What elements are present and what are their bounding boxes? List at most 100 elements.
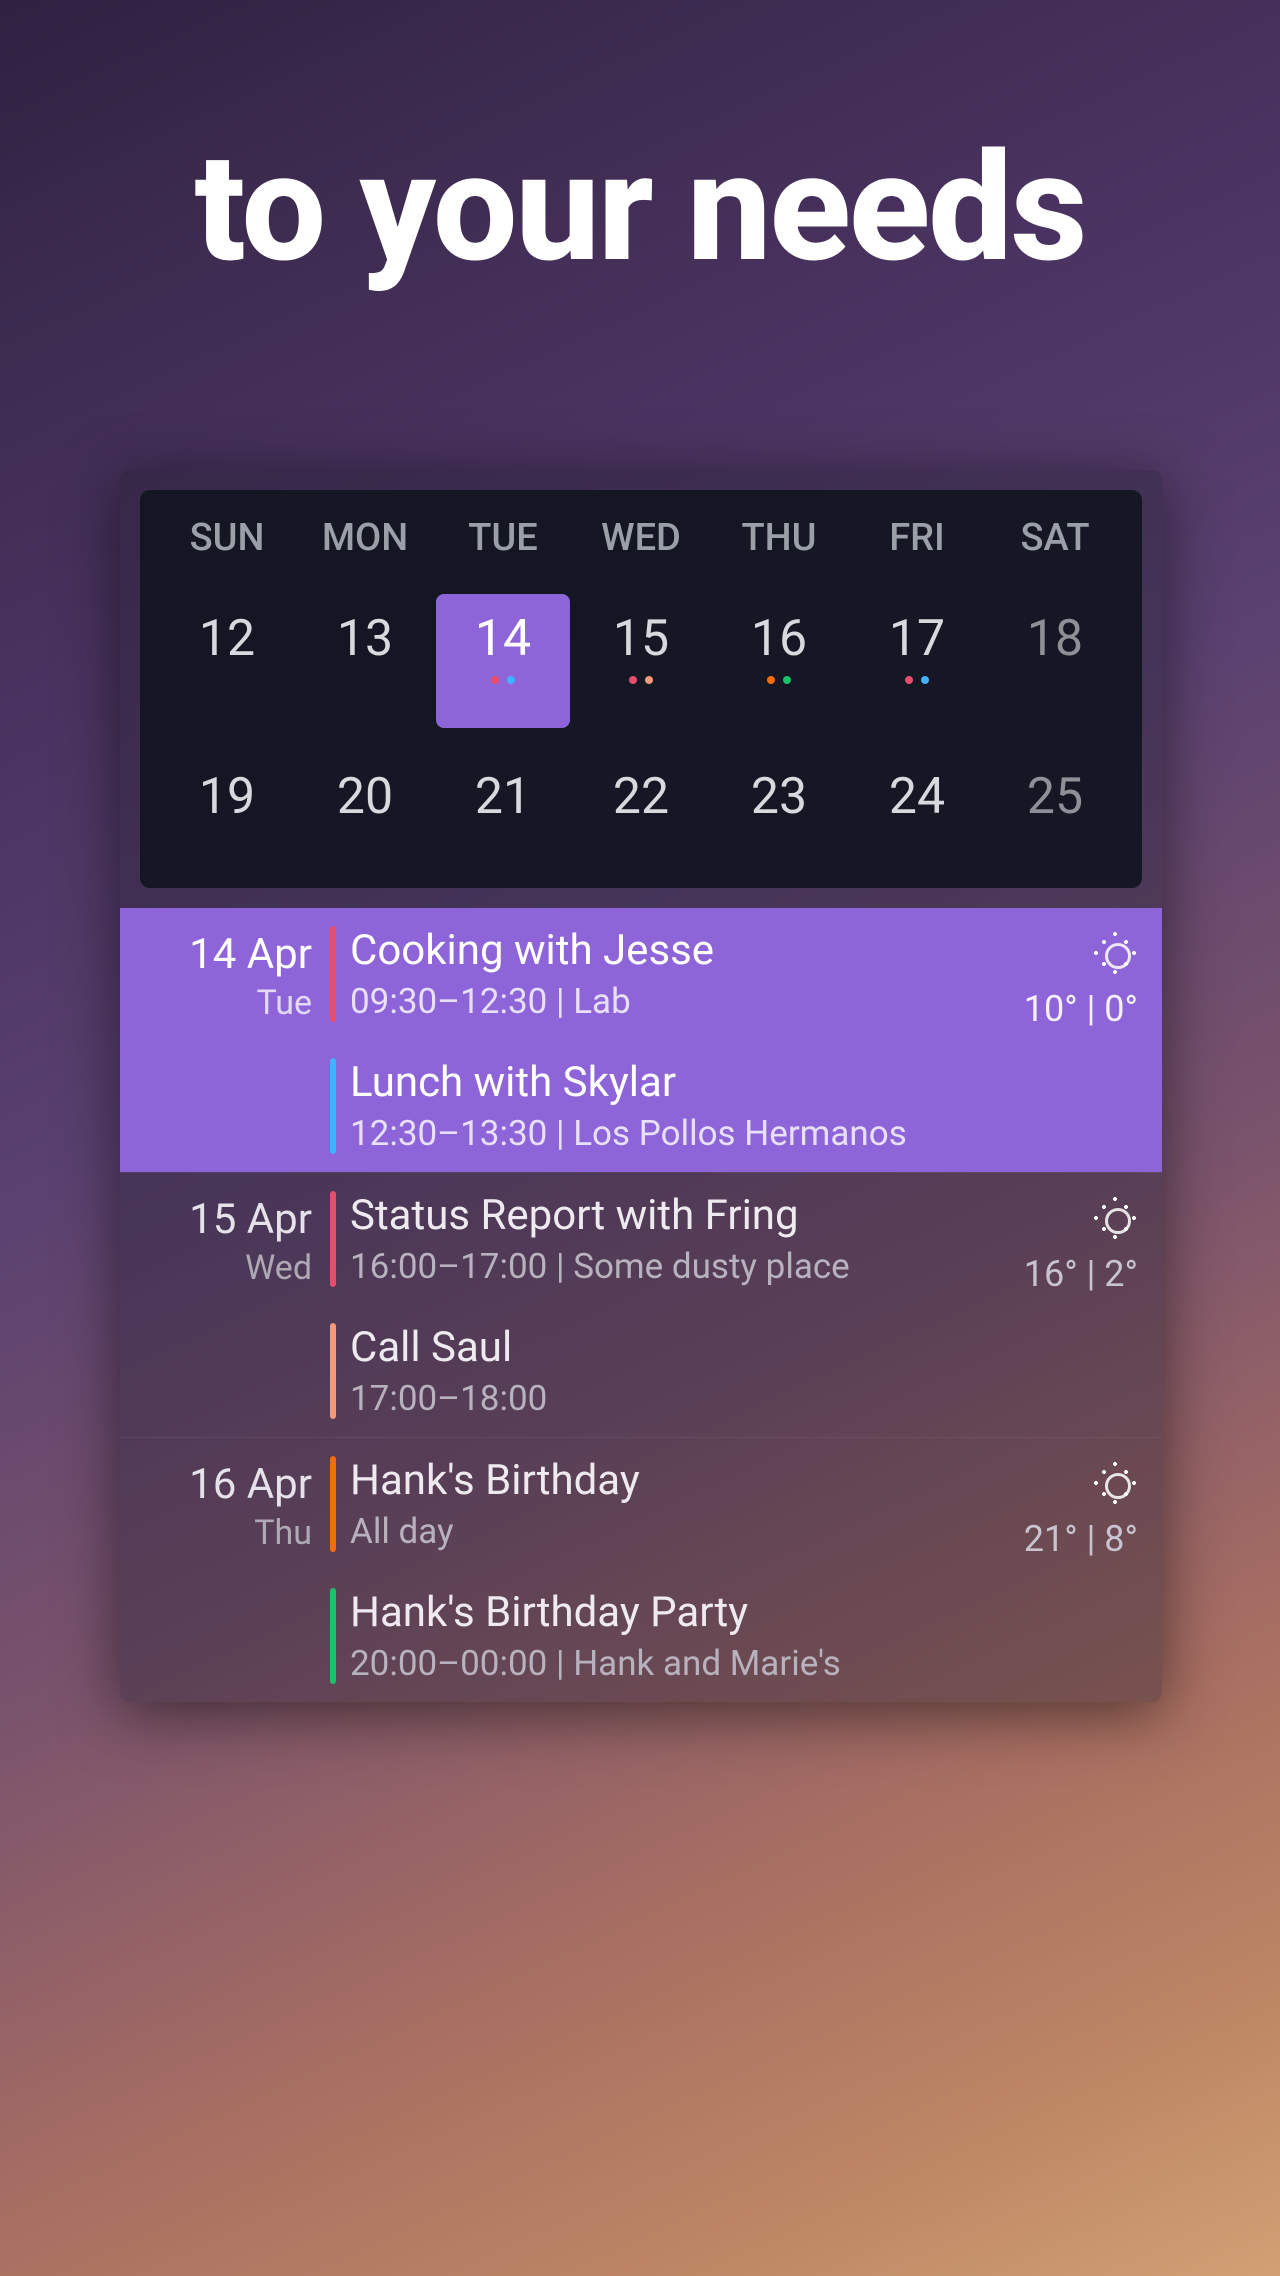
event-dots (905, 676, 929, 684)
calendar-day-13[interactable]: 13 (296, 600, 434, 700)
calendar-day-24[interactable]: 24 (848, 758, 986, 858)
agenda-date-column: 15 AprWed (120, 1173, 330, 1437)
event-subtitle: All day (350, 1511, 640, 1552)
dayname-label: FRI (848, 516, 986, 560)
day-number: 23 (751, 768, 807, 826)
sun-icon (1092, 930, 1138, 976)
event-dot (783, 676, 791, 684)
event-color-bar (330, 1323, 336, 1419)
event-subtitle: 17:00–18:00 (350, 1378, 547, 1419)
agenda-date: 16 Apr (120, 1460, 312, 1509)
agenda-weekday: Tue (120, 983, 312, 1023)
calendar-day-22[interactable]: 22 (572, 758, 710, 858)
event-dots (491, 676, 515, 684)
event-dot (507, 676, 515, 684)
event-dot (491, 676, 499, 684)
headline: to your needs (0, 120, 1280, 296)
weather-column: 16° | 2° (1002, 1173, 1162, 1437)
event-color-bar (330, 926, 336, 1022)
event-color-bar (330, 1058, 336, 1154)
agenda-event[interactable]: Hank's Birthday All day (330, 1438, 1002, 1570)
calendar-day-15[interactable]: 15 (572, 600, 710, 700)
event-subtitle: 09:30–12:30 | Lab (350, 981, 714, 1022)
calendar-day-19[interactable]: 19 (158, 758, 296, 858)
day-number: 25 (1027, 768, 1083, 826)
day-number: 16 (751, 610, 807, 668)
agenda: 14 AprTue Cooking with Jesse 09:30–12:30 |… (120, 908, 1162, 1702)
event-subtitle: 12:30–13:30 | Los Pollos Hermanos (350, 1113, 907, 1154)
day-number: 17 (889, 610, 945, 668)
event-dot (629, 676, 637, 684)
calendar-day-12[interactable]: 12 (158, 600, 296, 700)
calendar-day-17[interactable]: 17 (848, 600, 986, 700)
agenda-event[interactable]: Status Report with Fring 16:00–17:00 | So… (330, 1173, 1002, 1305)
weather-column: 21° | 8° (1002, 1438, 1162, 1702)
day-number: 22 (613, 768, 669, 826)
event-dot (645, 676, 653, 684)
event-title: Hank's Birthday (350, 1456, 640, 1505)
calendar-day-18[interactable]: 18 (986, 600, 1124, 700)
dayname-label: SUN (158, 516, 296, 560)
event-dots (629, 676, 653, 684)
event-color-bar (330, 1456, 336, 1552)
dayname-label: SAT (986, 516, 1124, 560)
day-number: 14 (475, 610, 531, 668)
day-number: 21 (475, 768, 531, 826)
agenda-event[interactable]: Call Saul 17:00–18:00 (330, 1305, 1002, 1437)
event-title: Lunch with Skylar (350, 1058, 907, 1107)
calendar-widget: SUNMONTUEWEDTHUFRISAT 12 13 14 15 16 17 18 19 20… (120, 470, 1162, 1702)
agenda-daygroup: 14 AprTue Cooking with Jesse 09:30–12:30 |… (120, 908, 1162, 1172)
day-number: 20 (337, 768, 393, 826)
event-subtitle: 20:00–00:00 | Hank and Marie's (350, 1643, 841, 1684)
event-dots (767, 676, 791, 684)
weather-temps: 16° | 2° (1002, 1253, 1138, 1295)
agenda-date: 14 Apr (120, 930, 312, 979)
event-title: Hank's Birthday Party (350, 1588, 841, 1637)
event-color-bar (330, 1191, 336, 1287)
dayname-label: THU (710, 516, 848, 560)
day-number: 19 (199, 768, 255, 826)
day-number: 24 (889, 768, 945, 826)
agenda-weekday: Wed (120, 1248, 312, 1288)
agenda-event[interactable]: Hank's Birthday Party 20:00–00:00 | Hank … (330, 1570, 1002, 1702)
sun-icon (1092, 1460, 1138, 1506)
agenda-date-column: 16 AprThu (120, 1438, 330, 1702)
weather-temps: 10° | 0° (1002, 988, 1138, 1030)
calendar-day-16[interactable]: 16 (710, 600, 848, 700)
event-dot (921, 676, 929, 684)
day-number: 13 (337, 610, 393, 668)
agenda-daygroup: 16 AprThuHank's BirthdayAll dayHank's Bi… (120, 1437, 1162, 1702)
calendar-day-21[interactable]: 21 (434, 758, 572, 858)
calendar-day-23[interactable]: 23 (710, 758, 848, 858)
event-dot (905, 676, 913, 684)
agenda-daygroup: 15 AprWed Status Report with Fring 16:00–1… (120, 1172, 1162, 1437)
agenda-event[interactable]: Cooking with Jesse 09:30–12:30 | Lab (330, 908, 1002, 1040)
day-number: 18 (1027, 610, 1083, 668)
event-color-bar (330, 1588, 336, 1684)
calendar-day-20[interactable]: 20 (296, 758, 434, 858)
weather-temps: 21° | 8° (1002, 1518, 1138, 1560)
event-title: Cooking with Jesse (350, 926, 714, 975)
dayname-label: WED (572, 516, 710, 560)
calendar-day-14[interactable]: 14 (434, 600, 572, 700)
weather-column: 10° | 0° (1002, 908, 1162, 1172)
agenda-event[interactable]: Lunch with Skylar 12:30–13:30 | Los Pollo… (330, 1040, 1002, 1172)
dayname-row: SUNMONTUEWEDTHUFRISAT (158, 516, 1124, 560)
agenda-events-column: Status Report with Fring 16:00–17:00 | So… (330, 1173, 1002, 1437)
agenda-date: 15 Apr (120, 1195, 312, 1244)
event-subtitle: 16:00–17:00 | Some dusty place (350, 1246, 850, 1287)
dayname-label: TUE (434, 516, 572, 560)
agenda-weekday: Thu (120, 1513, 312, 1553)
dayname-label: MON (296, 516, 434, 560)
agenda-date-column: 14 AprTue (120, 908, 330, 1172)
day-number: 15 (613, 610, 669, 668)
calendar-day-25[interactable]: 25 (986, 758, 1124, 858)
event-title: Status Report with Fring (350, 1191, 850, 1240)
agenda-events-column: Cooking with Jesse 09:30–12:30 | Lab Lunch… (330, 908, 1002, 1172)
calendar-grid: SUNMONTUEWEDTHUFRISAT 12 13 14 15 16 17 18 19 20… (140, 490, 1142, 888)
event-title: Call Saul (350, 1323, 547, 1372)
sun-icon (1092, 1195, 1138, 1241)
event-dot (767, 676, 775, 684)
agenda-events-column: Hank's Birthday All day Hank's Birthday Pa… (330, 1438, 1002, 1702)
day-number: 12 (199, 610, 255, 668)
